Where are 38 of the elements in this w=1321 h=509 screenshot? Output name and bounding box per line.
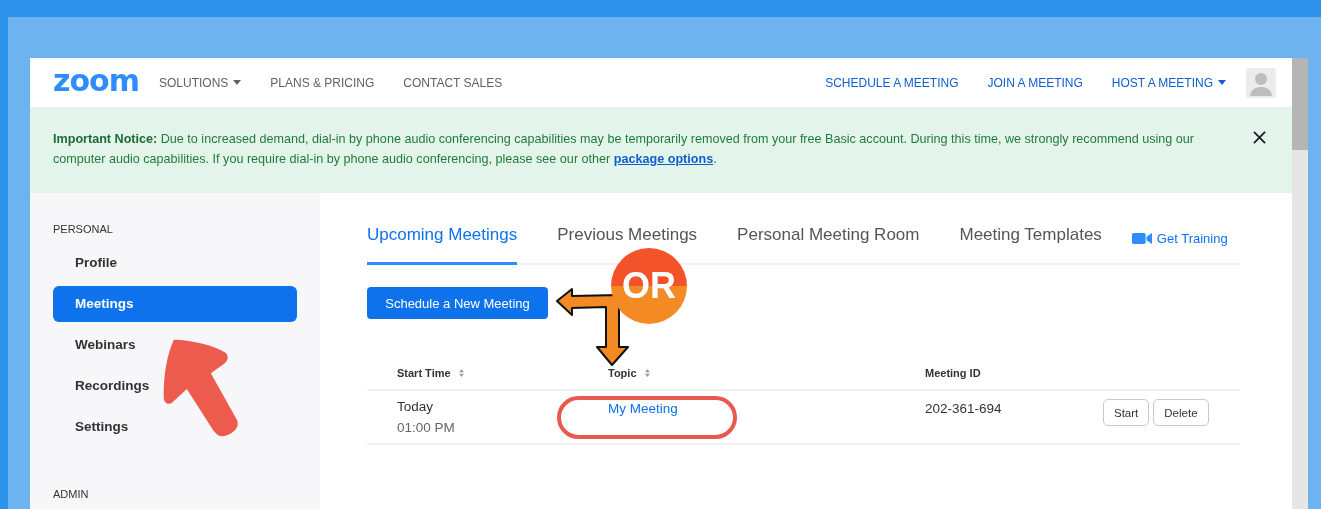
section-heading: PERSONAL: [53, 223, 114, 237]
meeting-topic-link[interactable]: My Meeting: [608, 401, 678, 416]
column-header[interactable]: Topic: [608, 367, 650, 379]
action-button[interactable]: Delete: [1153, 399, 1209, 426]
tab[interactable]: Previous Meetings: [557, 225, 698, 245]
column-header[interactable]: Start Time: [397, 367, 464, 379]
action-button[interactable]: Start: [1103, 399, 1150, 426]
tab[interactable]: Upcoming Meetings: [367, 225, 518, 265]
sidebar-item[interactable]: Recordings: [53, 367, 297, 404]
schedule-meeting-button[interactable]: Schedule a New Meeting: [367, 287, 548, 319]
date-text: Today: [397, 399, 435, 414]
notice-text: Important Notice: Due to increased demand, dial-in by phone audio conferencing capabilities may be temporarily removed from your free Basic account. During this time, we strongly recommend using our computer audio capabilities. If you require dial-in by phone audio conferencing, please see our other package options.: [53, 131, 1195, 168]
tab[interactable]: Personal Meeting Room: [737, 225, 920, 245]
nav-link[interactable]: JOIN A MEETING: [987, 75, 1083, 90]
nav-link[interactable]: SOLUTIONS: [158, 75, 242, 90]
column-header: Meeting ID: [925, 367, 981, 379]
video-camera-icon: [1131, 232, 1152, 245]
sidebar-item[interactable]: Settings: [53, 408, 297, 445]
or-badge: OR: [611, 248, 687, 324]
caret-icon: [233, 80, 242, 85]
nav-link[interactable]: PLANS & PRICING: [270, 75, 375, 90]
tab[interactable]: Meeting Templates: [959, 225, 1102, 245]
close-icon[interactable]: [1253, 131, 1266, 144]
sidebar-item[interactable]: Meetings: [53, 285, 297, 322]
scrollbar-thumb[interactable]: [1292, 58, 1308, 150]
get-training-link[interactable]: Get Training: [1131, 231, 1228, 246]
sort-icon[interactable]: [644, 369, 650, 377]
nav-link[interactable]: CONTACT SALES: [403, 75, 503, 90]
section-heading: ADMIN: [53, 487, 90, 501]
nav-link[interactable]: HOST A MEETING: [1111, 75, 1226, 90]
avatar-icon[interactable]: [1246, 67, 1276, 98]
sort-icon[interactable]: [458, 369, 464, 377]
time-text: 01:00 PM: [397, 420, 456, 435]
sidebar-item[interactable]: Profile: [53, 244, 297, 281]
caret-icon: [1218, 80, 1226, 85]
meeting-id: 202-361-694: [925, 401, 1002, 416]
sidebar-item[interactable]: Webinars: [53, 326, 297, 363]
nav-link[interactable]: SCHEDULE A MEETING: [825, 75, 959, 90]
